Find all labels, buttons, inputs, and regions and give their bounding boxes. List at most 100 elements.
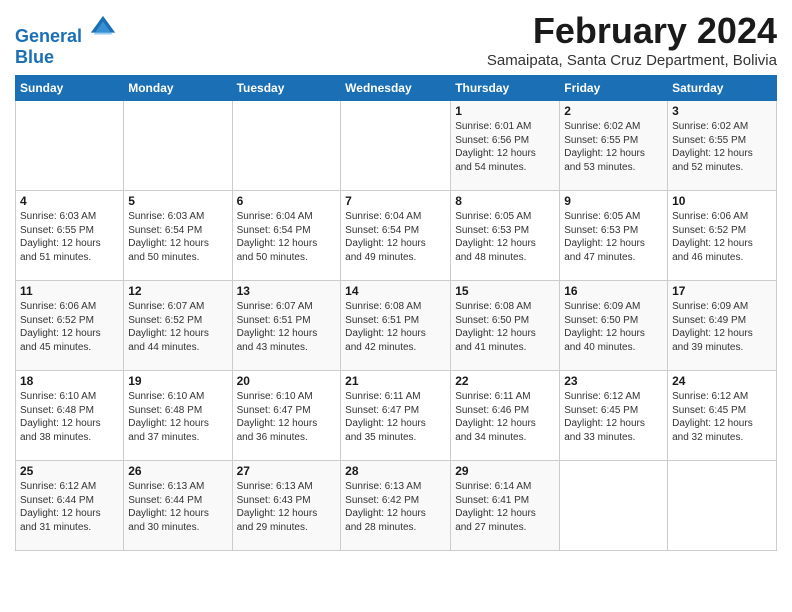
calendar-header: SundayMondayTuesdayWednesdayThursdayFrid… (16, 76, 777, 101)
day-number: 27 (237, 464, 337, 478)
calendar-cell: 12 Sunrise: 6:07 AMSunset: 6:52 PMDayligh… (124, 281, 232, 371)
day-info: Sunrise: 6:13 AMSunset: 6:43 PMDaylight:… (237, 480, 337, 534)
day-of-week-header: Tuesday (232, 76, 341, 101)
day-number: 12 (128, 284, 227, 298)
month-year: February 2024 (487, 10, 777, 52)
day-number: 15 (455, 284, 555, 298)
day-number: 13 (237, 284, 337, 298)
day-info: Sunrise: 6:02 AMSunset: 6:55 PMDaylight:… (564, 120, 663, 174)
day-info: Sunrise: 6:06 AMSunset: 6:52 PMDaylight:… (672, 210, 772, 264)
day-number: 7 (345, 194, 446, 208)
day-info: Sunrise: 6:11 AMSunset: 6:47 PMDaylight:… (345, 390, 446, 444)
day-number: 21 (345, 374, 446, 388)
calendar-cell (16, 101, 124, 191)
day-number: 16 (564, 284, 663, 298)
day-of-week-header: Wednesday (341, 76, 451, 101)
calendar-table: SundayMondayTuesdayWednesdayThursdayFrid… (15, 75, 777, 551)
header-row: SundayMondayTuesdayWednesdayThursdayFrid… (16, 76, 777, 101)
day-info: Sunrise: 6:12 AMSunset: 6:45 PMDaylight:… (564, 390, 663, 444)
calendar-week-row: 4 Sunrise: 6:03 AMSunset: 6:55 PMDaylight… (16, 191, 777, 281)
calendar-cell: 25 Sunrise: 6:12 AMSunset: 6:44 PMDayligh… (16, 461, 124, 551)
logo: General Blue (15, 14, 117, 68)
calendar-cell: 19 Sunrise: 6:10 AMSunset: 6:48 PMDayligh… (124, 371, 232, 461)
day-number: 5 (128, 194, 227, 208)
day-number: 17 (672, 284, 772, 298)
calendar-cell: 6 Sunrise: 6:04 AMSunset: 6:54 PMDaylight… (232, 191, 341, 281)
calendar-cell: 22Sunrise: 6:11 AMSunset: 6:46 PMDayligh… (451, 371, 560, 461)
day-number: 9 (564, 194, 663, 208)
calendar-cell: 9 Sunrise: 6:05 AMSunset: 6:53 PMDaylight… (560, 191, 668, 281)
day-number: 26 (128, 464, 227, 478)
logo-blue: Blue (15, 47, 117, 68)
logo-icon (89, 14, 117, 42)
calendar-cell: 20Sunrise: 6:10 AMSunset: 6:47 PMDayligh… (232, 371, 341, 461)
calendar-cell: 13Sunrise: 6:07 AMSunset: 6:51 PMDayligh… (232, 281, 341, 371)
day-of-week-header: Saturday (668, 76, 777, 101)
day-info: Sunrise: 6:03 AMSunset: 6:54 PMDaylight:… (128, 210, 227, 264)
day-info: Sunrise: 6:06 AMSunset: 6:52 PMDaylight:… (20, 300, 119, 354)
day-number: 19 (128, 374, 227, 388)
day-number: 2 (564, 104, 663, 118)
calendar-cell: 3Sunrise: 6:02 AMSunset: 6:55 PMDaylight… (668, 101, 777, 191)
calendar-cell: 26 Sunrise: 6:13 AMSunset: 6:44 PMDayligh… (124, 461, 232, 551)
logo-text: General (15, 14, 117, 47)
day-number: 18 (20, 374, 119, 388)
calendar-cell: 17Sunrise: 6:09 AMSunset: 6:49 PMDayligh… (668, 281, 777, 371)
day-info: Sunrise: 6:14 AMSunset: 6:41 PMDaylight:… (455, 480, 555, 534)
calendar-cell (560, 461, 668, 551)
day-number: 28 (345, 464, 446, 478)
calendar-cell (124, 101, 232, 191)
calendar-cell: 23 Sunrise: 6:12 AMSunset: 6:45 PMDayligh… (560, 371, 668, 461)
calendar-cell: 29 Sunrise: 6:14 AMSunset: 6:41 PMDayligh… (451, 461, 560, 551)
calendar-week-row: 1 Sunrise: 6:01 AMSunset: 6:56 PMDaylight… (16, 101, 777, 191)
calendar-body: 1 Sunrise: 6:01 AMSunset: 6:56 PMDaylight… (16, 101, 777, 551)
calendar-cell: 1 Sunrise: 6:01 AMSunset: 6:56 PMDaylight… (451, 101, 560, 191)
calendar-cell (341, 101, 451, 191)
day-of-week-header: Monday (124, 76, 232, 101)
day-info: Sunrise: 6:13 AMSunset: 6:44 PMDaylight:… (128, 480, 227, 534)
day-number: 24 (672, 374, 772, 388)
day-info: Sunrise: 6:03 AMSunset: 6:55 PMDaylight:… (20, 210, 119, 264)
day-info: Sunrise: 6:05 AMSunset: 6:53 PMDaylight:… (455, 210, 555, 264)
calendar-week-row: 18 Sunrise: 6:10 AMSunset: 6:48 PMDayligh… (16, 371, 777, 461)
calendar-cell: 21 Sunrise: 6:11 AMSunset: 6:47 PMDayligh… (341, 371, 451, 461)
day-info: Sunrise: 6:13 AMSunset: 6:42 PMDaylight:… (345, 480, 446, 534)
calendar-cell: 28 Sunrise: 6:13 AMSunset: 6:42 PMDayligh… (341, 461, 451, 551)
day-info: Sunrise: 6:09 AMSunset: 6:50 PMDaylight:… (564, 300, 663, 354)
calendar-cell: 14Sunrise: 6:08 AMSunset: 6:51 PMDayligh… (341, 281, 451, 371)
day-number: 11 (20, 284, 119, 298)
day-number: 23 (564, 374, 663, 388)
day-info: Sunrise: 6:04 AMSunset: 6:54 PMDaylight:… (237, 210, 337, 264)
day-number: 25 (20, 464, 119, 478)
calendar-cell: 24 Sunrise: 6:12 AMSunset: 6:45 PMDayligh… (668, 371, 777, 461)
day-info: Sunrise: 6:12 AMSunset: 6:44 PMDaylight:… (20, 480, 119, 534)
day-info: Sunrise: 6:01 AMSunset: 6:56 PMDaylight:… (455, 120, 555, 174)
day-info: Sunrise: 6:08 AMSunset: 6:50 PMDaylight:… (455, 300, 555, 354)
logo-general: General (15, 26, 82, 46)
calendar-cell: 27 Sunrise: 6:13 AMSunset: 6:43 PMDayligh… (232, 461, 341, 551)
day-info: Sunrise: 6:12 AMSunset: 6:45 PMDaylight:… (672, 390, 772, 444)
day-number: 4 (20, 194, 119, 208)
day-info: Sunrise: 6:10 AMSunset: 6:47 PMDaylight:… (237, 390, 337, 444)
day-info: Sunrise: 6:10 AMSunset: 6:48 PMDaylight:… (128, 390, 227, 444)
day-number: 1 (455, 104, 555, 118)
day-number: 3 (672, 104, 772, 118)
calendar-cell: 8 Sunrise: 6:05 AMSunset: 6:53 PMDaylight… (451, 191, 560, 281)
day-of-week-header: Thursday (451, 76, 560, 101)
day-number: 29 (455, 464, 555, 478)
day-number: 8 (455, 194, 555, 208)
calendar-cell (232, 101, 341, 191)
calendar-week-row: 25 Sunrise: 6:12 AMSunset: 6:44 PMDayligh… (16, 461, 777, 551)
day-info: Sunrise: 6:11 AMSunset: 6:46 PMDaylight:… (455, 390, 555, 444)
day-number: 10 (672, 194, 772, 208)
day-info: Sunrise: 6:04 AMSunset: 6:54 PMDaylight:… (345, 210, 446, 264)
day-number: 6 (237, 194, 337, 208)
day-info: Sunrise: 6:05 AMSunset: 6:53 PMDaylight:… (564, 210, 663, 264)
day-number: 14 (345, 284, 446, 298)
calendar-cell: 7 Sunrise: 6:04 AMSunset: 6:54 PMDaylight… (341, 191, 451, 281)
day-of-week-header: Friday (560, 76, 668, 101)
calendar-cell: 15 Sunrise: 6:08 AMSunset: 6:50 PMDayligh… (451, 281, 560, 371)
title-block: February 2024 Samaipata, Santa Cruz Depa… (487, 10, 777, 69)
day-info: Sunrise: 6:10 AMSunset: 6:48 PMDaylight:… (20, 390, 119, 444)
day-info: Sunrise: 6:07 AMSunset: 6:52 PMDaylight:… (128, 300, 227, 354)
